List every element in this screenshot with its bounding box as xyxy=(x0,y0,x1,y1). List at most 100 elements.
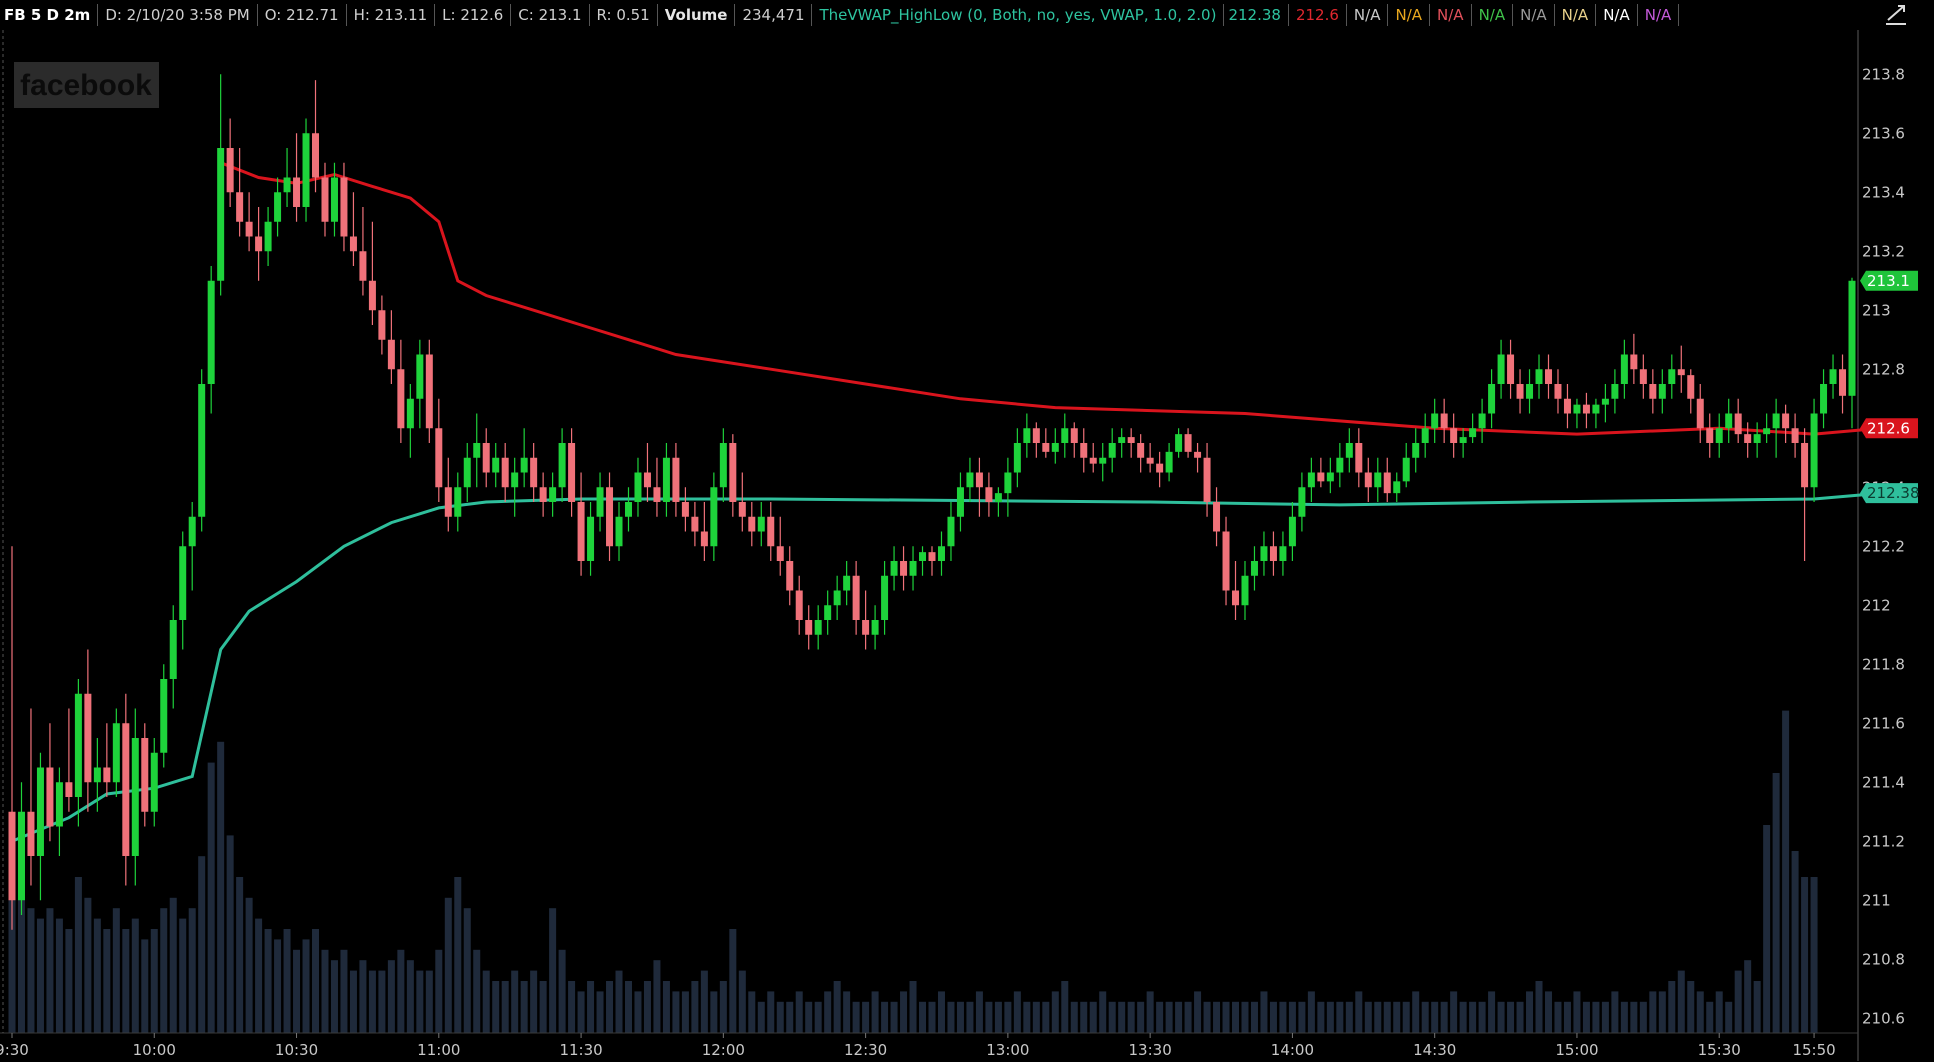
volume-bar xyxy=(435,949,443,1033)
candle-body xyxy=(1080,443,1088,458)
candle-body xyxy=(264,221,272,252)
candle-body xyxy=(1507,354,1515,384)
volume-bar xyxy=(473,949,481,1033)
volume-bar xyxy=(198,856,206,1033)
volume-bar xyxy=(293,949,301,1033)
candle-body xyxy=(1696,398,1704,429)
volume-bar xyxy=(1507,1001,1515,1033)
price-tag-label: 212.38 xyxy=(1867,484,1920,502)
volume-bar xyxy=(1203,1001,1211,1033)
candle-body xyxy=(27,811,35,856)
candle-body xyxy=(805,620,813,635)
volume-bar xyxy=(1526,991,1534,1033)
time-tick-label: 10:30 xyxy=(275,1041,318,1059)
candle-body xyxy=(1563,398,1571,414)
candle-body xyxy=(1004,472,1012,494)
time-tick-label: 9:30 xyxy=(0,1041,29,1059)
volume-bar xyxy=(103,929,111,1033)
volume-bar xyxy=(1004,1001,1012,1033)
volume-bar xyxy=(805,1001,813,1033)
time-tick-label: 13:00 xyxy=(986,1041,1029,1059)
volume-bar xyxy=(492,981,500,1033)
volume-bar xyxy=(1478,1001,1486,1033)
candle-body xyxy=(700,531,708,547)
volume-bar xyxy=(662,981,670,1033)
volume-bar xyxy=(852,1001,860,1033)
candle-body xyxy=(1791,428,1799,443)
candle-body xyxy=(1232,590,1240,606)
candle-body xyxy=(1042,443,1050,452)
candle-body xyxy=(141,738,149,812)
volume-bar xyxy=(1393,1001,1401,1033)
candle-body xyxy=(1649,384,1657,399)
candle-body xyxy=(909,561,917,576)
volume-bar xyxy=(1601,1001,1609,1033)
volume-bar xyxy=(1639,1001,1647,1033)
candle-body xyxy=(93,767,101,783)
volume-bar xyxy=(93,918,101,1033)
candle-body xyxy=(1763,428,1771,435)
volume-bar xyxy=(1194,991,1202,1033)
candle-body xyxy=(852,575,860,620)
volume-bar xyxy=(1801,877,1809,1033)
volume-bar xyxy=(188,908,196,1033)
candle-body xyxy=(1526,384,1534,399)
volume-bar xyxy=(74,877,82,1033)
time-tick-label: 13:30 xyxy=(1129,1041,1172,1059)
volume-bar xyxy=(1772,773,1780,1033)
price-chart[interactable]: 213.8213.6213.4213.2213212.8212.6212.421… xyxy=(0,0,1934,1062)
candle-body xyxy=(84,693,92,783)
candle-body xyxy=(1156,463,1164,473)
volume-bar xyxy=(1298,1001,1306,1033)
candle-body xyxy=(501,457,509,488)
candle-body xyxy=(606,487,614,547)
volume-bar xyxy=(748,991,756,1033)
time-tick-label: 12:30 xyxy=(844,1041,887,1059)
candle-body xyxy=(255,236,263,252)
candle-body xyxy=(1146,457,1154,464)
candle-body xyxy=(1573,404,1581,414)
volume-bar xyxy=(122,929,130,1033)
volume-bar xyxy=(36,918,44,1033)
volume-bar xyxy=(349,970,357,1033)
volume-bar xyxy=(1791,851,1799,1033)
candle-body xyxy=(1374,472,1382,488)
volume-bar xyxy=(1696,991,1704,1033)
price-tick-label: 213.2 xyxy=(1862,242,1905,260)
volume-bar xyxy=(1488,991,1496,1033)
candle-body xyxy=(956,487,964,517)
volume-bar xyxy=(1763,825,1771,1033)
volume-bar xyxy=(378,970,386,1033)
volume-bar xyxy=(302,939,310,1033)
volume-bar xyxy=(397,949,405,1033)
volume-bar xyxy=(757,1001,765,1033)
volume-bar xyxy=(330,960,338,1033)
price-tick-label: 213 xyxy=(1862,301,1891,319)
candle-body xyxy=(1630,354,1638,370)
candle-body xyxy=(387,339,395,370)
candle-body xyxy=(1734,413,1742,435)
candle-body xyxy=(596,487,604,517)
candle-body xyxy=(207,280,215,384)
volume-bar xyxy=(795,991,803,1033)
volume-bar xyxy=(1440,1001,1448,1033)
candle-body xyxy=(1288,516,1296,547)
candle-body xyxy=(985,487,993,502)
candle-body xyxy=(1194,451,1202,458)
price-tick-label: 212.2 xyxy=(1862,537,1905,555)
candle-body xyxy=(1582,404,1590,414)
volume-bar xyxy=(1535,981,1543,1033)
candle-body xyxy=(1592,404,1600,414)
volume-bar xyxy=(1687,981,1695,1033)
candle-body xyxy=(1127,437,1135,443)
candle-body xyxy=(312,133,320,178)
candle-body xyxy=(1402,457,1410,482)
price-tick-label: 211.6 xyxy=(1862,714,1905,732)
candle-body xyxy=(1070,428,1078,443)
watermark-logo: facebook xyxy=(20,69,152,102)
volume-bar xyxy=(1364,1001,1372,1033)
volume-bar xyxy=(691,981,699,1033)
volume-bar xyxy=(1715,991,1723,1033)
candle-body xyxy=(795,590,803,620)
volume-bar xyxy=(587,981,595,1033)
